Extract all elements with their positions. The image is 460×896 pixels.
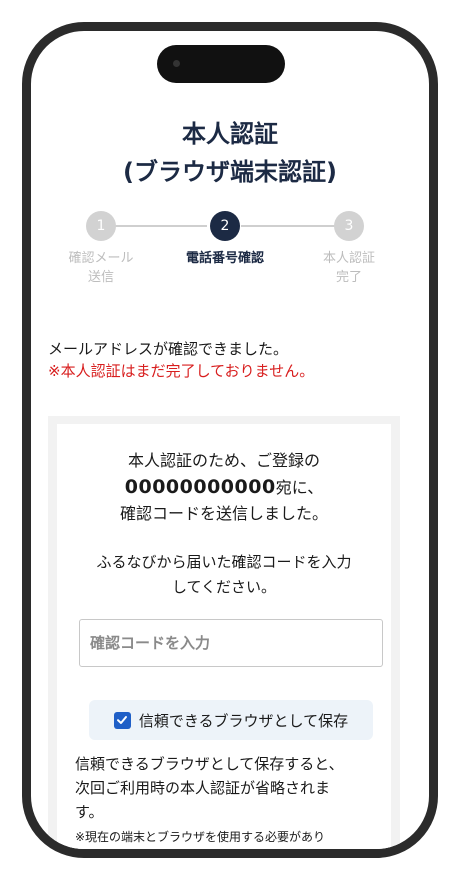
device-requirement-note: ※現在の端末とブラウザを使用する必要があり (75, 830, 326, 844)
note-line1: 信頼できるブラウザとして保存すると、 (75, 755, 344, 773)
verification-code-input[interactable] (79, 619, 383, 667)
not-completed-warning: ※本人認証はまだ完了しておりません。 (48, 362, 315, 380)
sent-code-line2: 00000000000宛に、 (57, 474, 391, 501)
sent-code-line1: 本人認証のため、ご登録の (127, 451, 320, 470)
instruction-line1: ふるなびから届いた確認コードを入力 (96, 553, 352, 571)
checkbox-checked-icon[interactable] (113, 711, 131, 729)
status-message: メールアドレスが確認できました。 ※本人認証はまだ完了しておりません。 (48, 338, 421, 382)
sent-code-line3: 確認コードを送信しました。 (119, 504, 328, 523)
step-1-label-line1: 確認メール (68, 251, 134, 266)
verification-panel: 本人認証のため、ご登録の 00000000000宛に、 確認コードを送信しました… (48, 416, 400, 849)
page-title-line1: 本人認証 (182, 120, 278, 148)
step-connector (101, 225, 207, 227)
step-2-label: 電話番号確認 (165, 249, 285, 268)
instruction-line2: してください。 (171, 578, 277, 596)
step-2-label-line1: 電話番号確認 (185, 251, 264, 266)
sent-code-message: 本人認証のため、ご登録の 00000000000宛に、 確認コードを送信しました… (57, 448, 391, 527)
note-line3: す。 (75, 803, 104, 821)
page-title: 本人認証 (ブラウザ端末認証) (31, 115, 429, 191)
step-2-circle: 2 (210, 211, 240, 241)
step-1-circle: 1 (86, 211, 116, 241)
enter-code-instruction: ふるなびから届いた確認コードを入力 してください。 (57, 550, 391, 600)
trust-browser-note: 信頼できるブラウザとして保存すると、 次回ご利用時の本人認証が省略されま す。 (75, 752, 379, 824)
trust-browser-label: 信頼できるブラウザとして保存 (138, 711, 349, 730)
progress-steps: 1 2 3 確認メール 送信 電話番号確認 本人認証 完了 (31, 211, 429, 311)
step-connector (241, 225, 347, 227)
step-3-label: 本人認証 完了 (289, 249, 409, 287)
note-line2: 次回ご利用時の本人認証が省略されま (75, 779, 331, 797)
trust-browser-toggle[interactable]: 信頼できるブラウザとして保存 (89, 700, 373, 740)
step-3-label-line1: 本人認証 (322, 251, 375, 266)
step-3-label-line2: 完了 (335, 270, 362, 285)
phone-suffix: 宛に、 (275, 478, 324, 497)
verification-card: 本人認証のため、ご登録の 00000000000宛に、 確認コードを送信しました… (57, 424, 391, 849)
step-1-label-line2: 送信 (87, 270, 114, 285)
page-title-line2: (ブラウザ端末認証) (123, 158, 337, 186)
phone-frame: 本人認証 (ブラウザ端末認証) 1 2 3 確認メール 送信 電話番号確認 本人… (22, 22, 438, 858)
step-1-label: 確認メール 送信 (41, 249, 161, 287)
phone-number: 00000000000 (124, 476, 276, 498)
step-3-circle: 3 (334, 211, 364, 241)
camera-icon (173, 60, 180, 67)
dynamic-island (157, 45, 285, 83)
email-confirmed-text: メールアドレスが確認できました。 (48, 340, 289, 358)
